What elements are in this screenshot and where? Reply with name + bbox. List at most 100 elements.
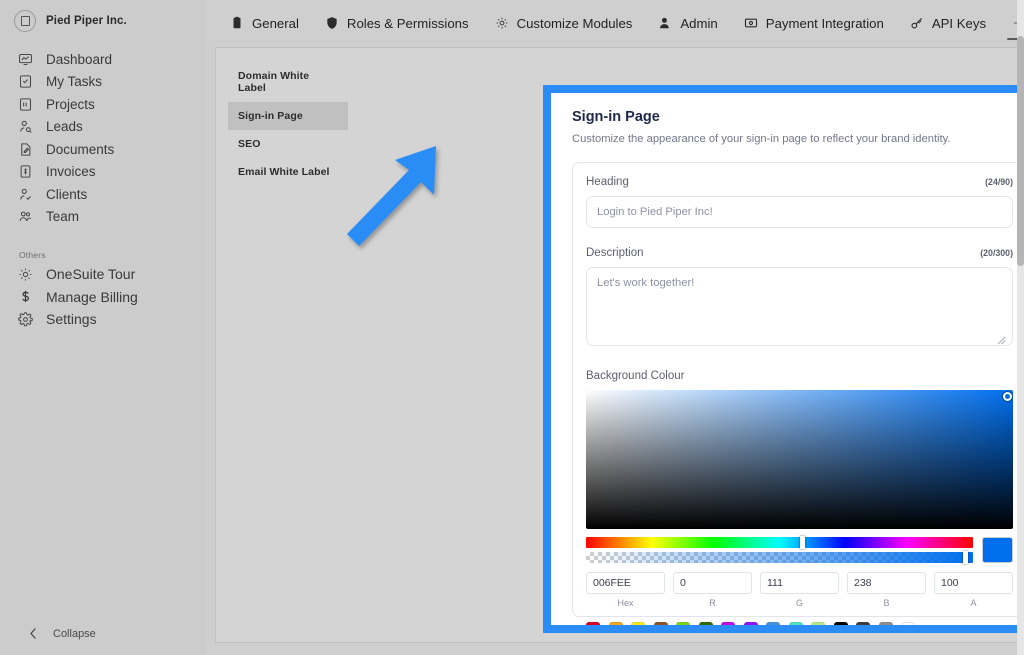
tab-admin[interactable]: Admin [645,16,730,40]
tab-label: Customize Modules [517,16,633,31]
sidebar-item-label: Projects [46,97,95,112]
app-window: Pied Piper Inc. Dashboard My Tasks Proje… [0,0,1024,655]
hex-input-label: Hex [586,598,665,608]
sliders-group [586,537,973,563]
tab-label: Admin [680,16,717,31]
sidebar-item-documents[interactable]: Documents [0,138,205,161]
alpha-slider[interactable] [586,552,973,563]
blue-input-label: B [847,598,926,608]
building-logo-icon [14,10,36,32]
subnav-item-email-white-label[interactable]: Email White Label [228,158,348,186]
preset-swatch[interactable] [721,622,735,625]
sidebar-item-team[interactable]: Team [0,206,205,229]
preset-swatch[interactable] [811,622,825,625]
tab-payment-integration[interactable]: Payment Integration [731,16,897,40]
color-sliders-row [586,537,1013,563]
sidebar-item-dashboard[interactable]: Dashboard [0,48,205,71]
preset-swatch[interactable] [856,622,870,625]
tab-general[interactable]: General [217,16,312,40]
page-scrollbar-thumb[interactable] [1017,36,1024,266]
alpha-slider-handle[interactable] [963,551,968,564]
background-colour-label: Background Colour [586,370,1013,382]
projects-icon [18,97,33,112]
team-icon [18,209,33,224]
sidebar-item-label: Invoices [46,164,96,179]
subnav-label: Domain White Label [238,70,309,94]
spacer [586,228,1013,247]
brand-name: Pied Piper Inc. [46,15,127,27]
red-input-col: R [673,572,752,608]
dashboard-icon [18,52,33,67]
sign-in-page-modal-highlight: Sign-in Page Customize the appearance of… [543,85,1024,633]
dollar-icon [18,289,33,304]
blue-input[interactable] [847,572,926,594]
preset-swatch[interactable] [901,622,915,625]
heading-input[interactable] [586,196,1013,228]
sidebar-item-label: Clients [46,187,87,202]
heading-label: Heading [586,176,629,188]
shield-key-icon [325,16,340,31]
preset-swatch[interactable] [699,622,713,625]
hue-slider[interactable] [586,537,973,548]
sv-picker-handle[interactable] [1003,392,1012,401]
page-scrollbar[interactable] [1017,0,1024,655]
tab-label: Payment Integration [766,16,884,31]
gear-icon [18,312,33,327]
preset-swatch[interactable] [879,622,893,625]
subnav-label: SEO [238,138,260,150]
sidebar-item-onesuite-tour[interactable]: OneSuite Tour [0,263,205,286]
collapse-sidebar-button[interactable]: Collapse [0,614,205,655]
blue-input-col: B [847,572,926,608]
sidebar-item-leads[interactable]: Leads [0,116,205,139]
sidebar-item-clients[interactable]: Clients [0,183,205,206]
sidebar-item-label: Dashboard [46,52,112,67]
alpha-input[interactable] [934,572,1013,594]
sidebar-item-settings[interactable]: Settings [0,308,205,331]
preset-swatch[interactable] [609,622,623,625]
heading-field-row: Heading (24/90) [586,176,1013,188]
sidebar-item-projects[interactable]: Projects [0,93,205,116]
brand-header[interactable]: Pied Piper Inc. [0,0,205,44]
subnav-label: Sign-in Page [238,110,303,122]
admin-user-icon [658,16,673,31]
subnav-item-domain-white-label[interactable]: Domain White Label [228,62,348,102]
subnav-item-sign-in-page[interactable]: Sign-in Page [228,102,348,130]
green-input[interactable] [760,572,839,594]
preset-swatch[interactable] [676,622,690,625]
preset-swatch[interactable] [586,622,600,625]
red-input[interactable] [673,572,752,594]
sidebar-item-invoices[interactable]: Invoices [0,161,205,184]
checklist-icon [18,74,33,89]
description-textarea[interactable] [586,267,1013,346]
preset-swatches [586,622,1013,625]
subnav-label: Email White Label [238,166,330,178]
subnav-item-seo[interactable]: SEO [228,130,348,158]
description-textarea-wrap [586,259,1013,351]
sidebar-item-label: Manage Billing [46,289,138,305]
preset-swatch[interactable] [654,622,668,625]
sidebar-item-label: Settings [46,311,97,327]
saturation-value-picker[interactable] [586,390,1013,529]
red-input-label: R [673,598,752,608]
green-input-col: G [760,572,839,608]
tab-customize-modules[interactable]: Customize Modules [482,16,646,40]
hue-slider-handle[interactable] [800,536,805,549]
document-edit-icon [18,142,33,157]
preset-swatch[interactable] [834,622,848,625]
preset-swatch[interactable] [744,622,758,625]
alpha-input-col: A [934,572,1013,608]
sidebar-item-manage-billing[interactable]: Manage Billing [0,286,205,309]
preset-swatch[interactable] [766,622,780,625]
modal-subtitle: Customize the appearance of your sign-in… [572,133,1024,145]
key-icon [910,16,925,31]
sidebar-item-my-tasks[interactable]: My Tasks [0,71,205,94]
tab-roles-permissions[interactable]: Roles & Permissions [312,16,482,40]
hex-input[interactable] [586,572,665,594]
modal-title: Sign-in Page [572,109,1024,125]
sidebar-item-label: Team [46,209,79,224]
preset-swatch[interactable] [789,622,803,625]
preset-swatch[interactable] [631,622,645,625]
alpha-input-label: A [934,598,1013,608]
tab-api-keys[interactable]: API Keys [897,16,999,40]
card-icon [744,16,759,31]
